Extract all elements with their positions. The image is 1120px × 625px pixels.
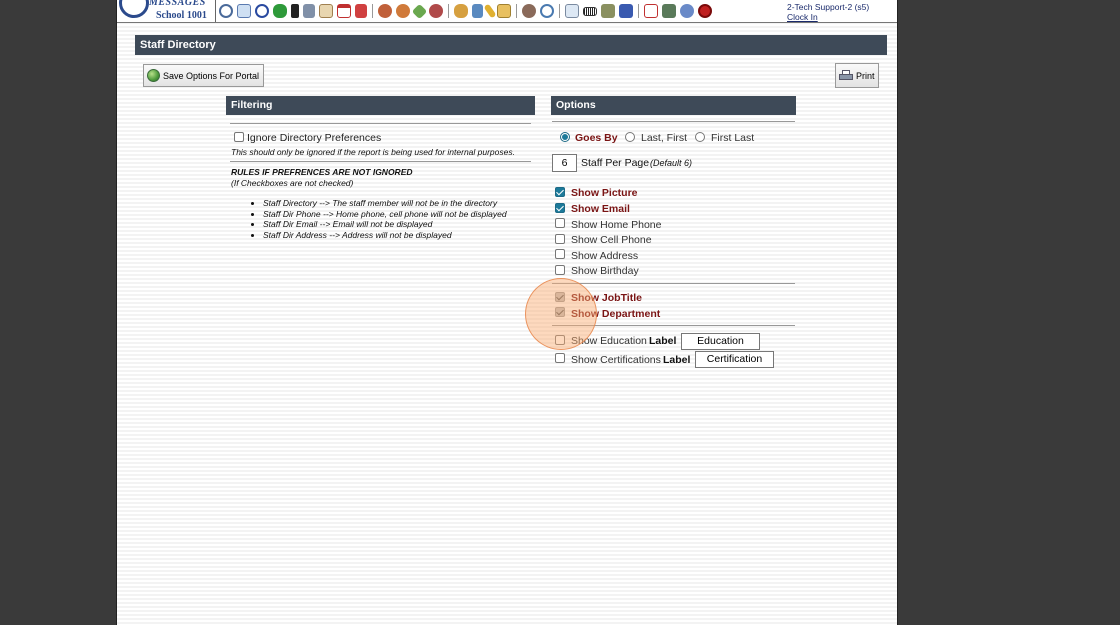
- clock-in-link[interactable]: Clock In: [787, 12, 869, 22]
- printer-icon: [839, 69, 853, 82]
- ap-icon[interactable]: [619, 4, 633, 18]
- toolbar-separator: [638, 4, 639, 18]
- barcode-icon[interactable]: [583, 6, 597, 16]
- speaker-icon[interactable]: [303, 4, 315, 18]
- show-certifications-label: Show Certifications: [571, 354, 661, 366]
- staff-per-page-input[interactable]: 6: [552, 154, 577, 172]
- divider: [230, 161, 531, 162]
- user-icon[interactable]: [396, 4, 410, 18]
- list-item: Staff Dir Email --> Email will not be di…: [263, 219, 507, 230]
- book-icon[interactable]: [472, 4, 483, 18]
- list-item: Staff Directory --> The staff member wil…: [263, 198, 507, 209]
- chat-icon[interactable]: [273, 4, 287, 18]
- divider: [552, 121, 795, 122]
- newsletter-icon[interactable]: [319, 4, 333, 18]
- education-label-input[interactable]: Education: [681, 333, 760, 350]
- page-container: MESSAGES School 1001 2-Tech Support-2 (s…: [116, 0, 898, 625]
- logo[interactable]: MESSAGES School 1001: [117, 0, 216, 22]
- toolbar-separator: [372, 4, 373, 18]
- grid-icon[interactable]: [237, 4, 251, 18]
- print-button[interactable]: Print: [835, 63, 879, 88]
- user-block: 2-Tech Support-2 (s5) Clock In: [787, 2, 869, 22]
- list-item: Staff Dir Phone --> Home phone, cell pho…: [263, 209, 507, 220]
- goes-by-radio[interactable]: [560, 132, 570, 142]
- ignore-preferences-label: Ignore Directory Preferences: [247, 132, 382, 144]
- education-label-word: Label: [649, 335, 677, 347]
- burger-icon[interactable]: [454, 4, 468, 18]
- logo-word: MESSAGES: [149, 0, 206, 8]
- pdf-icon[interactable]: [644, 4, 658, 18]
- show-birthday-checkbox[interactable]: [555, 265, 565, 275]
- show-certifications-checkbox[interactable]: [555, 353, 565, 363]
- cash-icon[interactable]: [662, 4, 676, 18]
- megaphone-icon[interactable]: [355, 4, 367, 18]
- list-item: Staff Dir Address --> Address will not b…: [263, 230, 507, 241]
- show-cell-phone-checkbox[interactable]: [555, 234, 565, 244]
- ignore-preferences-checkbox[interactable]: [234, 132, 244, 142]
- save-options-button[interactable]: Save Options For Portal: [143, 64, 264, 87]
- staff-icon[interactable]: [522, 4, 536, 18]
- help-icon[interactable]: [680, 4, 694, 18]
- last-first-radio[interactable]: [625, 132, 635, 142]
- table-icon[interactable]: [565, 4, 579, 18]
- ignore-note: This should only be ignored if the repor…: [231, 147, 515, 157]
- search-icon[interactable]: [219, 4, 233, 18]
- options-heading: Options: [551, 96, 796, 115]
- divider: [230, 123, 531, 124]
- mail-icon[interactable]: [497, 4, 511, 18]
- users-icon[interactable]: [378, 4, 392, 18]
- click-highlight-marker: [525, 278, 597, 350]
- show-birthday-label: Show Birthday: [571, 265, 639, 277]
- toolbar-separator: [516, 4, 517, 18]
- per-page-default: (Default 6): [650, 158, 693, 168]
- show-address-checkbox[interactable]: [555, 249, 565, 259]
- divider: [552, 283, 795, 284]
- show-address-label: Show Address: [571, 250, 639, 262]
- toolbar-separator: [448, 4, 449, 18]
- first-last-radio[interactable]: [695, 132, 705, 142]
- school-name: School 1001: [156, 10, 207, 21]
- rules-heading: RULES IF PREFRENCES ARE NOT IGNORED: [231, 167, 413, 177]
- staff-per-page-label: Staff Per Page: [581, 157, 650, 169]
- toolbar-icons: [219, 3, 712, 19]
- print-label: Print: [856, 70, 875, 81]
- show-home-phone-label: Show Home Phone: [571, 219, 662, 231]
- show-cell-phone-label: Show Cell Phone: [571, 234, 652, 246]
- people-icon[interactable]: [429, 4, 443, 18]
- first-last-label: First Last: [711, 132, 755, 144]
- filtering-heading: Filtering: [226, 96, 535, 115]
- save-options-label: Save Options For Portal: [163, 70, 260, 81]
- phone-icon[interactable]: [291, 4, 299, 18]
- show-email-checkbox[interactable]: [555, 203, 565, 213]
- tag-icon[interactable]: [411, 3, 428, 19]
- logo-mark-icon: [119, 0, 149, 18]
- show-home-phone-checkbox[interactable]: [555, 218, 565, 228]
- show-picture-checkbox[interactable]: [555, 187, 565, 197]
- page-title: Staff Directory: [135, 35, 887, 55]
- show-email-label: Show Email: [571, 203, 630, 215]
- pencil-icon[interactable]: [483, 3, 497, 19]
- show-picture-label: Show Picture: [571, 187, 638, 199]
- power-icon[interactable]: [698, 4, 712, 18]
- printer-icon[interactable]: [601, 4, 615, 18]
- clock-icon[interactable]: [540, 4, 554, 18]
- rules-list: Staff Directory --> The staff member wil…: [251, 198, 507, 240]
- user-name: 2-Tech Support-2 (s5): [787, 2, 870, 12]
- certifications-label-word: Label: [663, 354, 691, 366]
- calendar-icon[interactable]: [337, 4, 351, 18]
- globe-icon: [147, 69, 160, 82]
- at-icon[interactable]: [255, 4, 269, 18]
- rules-subheading: (If Checkboxes are not checked): [231, 178, 354, 188]
- certification-label-input[interactable]: Certification: [695, 351, 774, 368]
- top-toolbar: MESSAGES School 1001 2-Tech Support-2 (s…: [117, 0, 897, 23]
- goes-by-label: Goes By: [575, 132, 618, 144]
- last-first-label: Last, First: [641, 132, 688, 144]
- toolbar-separator: [559, 4, 560, 18]
